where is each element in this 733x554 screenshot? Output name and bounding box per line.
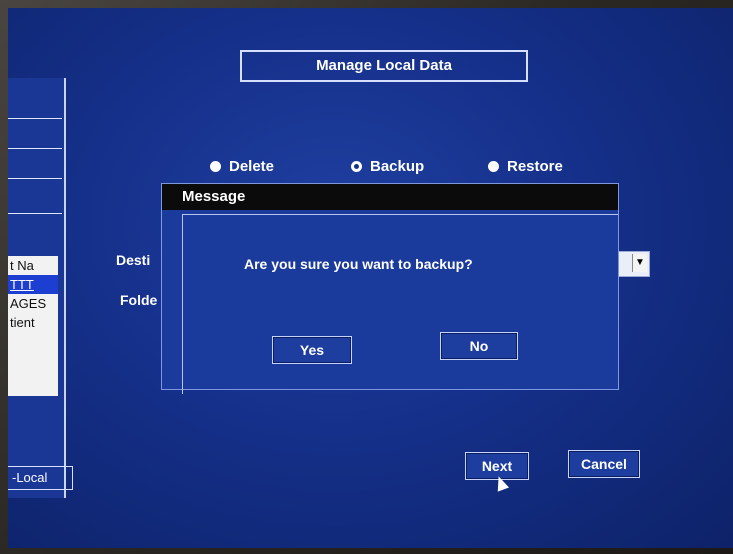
radio-label: Backup bbox=[370, 158, 425, 175]
radio-restore[interactable]: Restore bbox=[488, 158, 563, 175]
yes-button[interactable]: Yes bbox=[272, 336, 352, 364]
window-title: Manage Local Data bbox=[240, 50, 528, 82]
background-list: t Na TTT AGES tient bbox=[8, 256, 58, 396]
screen: t Na TTT AGES tient -Local Manage Local … bbox=[8, 8, 733, 548]
panel-divider bbox=[8, 118, 62, 119]
folder-label: Folde bbox=[120, 292, 158, 308]
panel-divider bbox=[8, 213, 62, 214]
list-item[interactable]: TTT bbox=[8, 275, 58, 294]
chevron-down-icon: ▼ bbox=[632, 254, 647, 272]
local-tab[interactable]: -Local bbox=[8, 466, 73, 490]
destination-label: Desti bbox=[116, 252, 151, 268]
cancel-button[interactable]: Cancel bbox=[568, 450, 640, 478]
radio-label: Delete bbox=[229, 158, 275, 175]
radio-backup[interactable]: Backup bbox=[351, 158, 424, 175]
dialog-title: Message bbox=[162, 184, 618, 210]
radio-label: Restore bbox=[507, 158, 563, 175]
no-button[interactable]: No bbox=[440, 332, 518, 360]
panel-divider bbox=[8, 178, 62, 179]
panel-divider bbox=[8, 148, 62, 149]
list-item[interactable]: tient bbox=[8, 313, 58, 332]
list-item[interactable]: AGES bbox=[8, 294, 58, 313]
radio-dot-icon bbox=[488, 161, 499, 172]
dialog-message: Are you sure you want to backup? bbox=[244, 256, 473, 272]
list-item[interactable]: t Na bbox=[8, 256, 58, 275]
radio-dot-icon bbox=[210, 161, 221, 172]
radio-delete[interactable]: Delete bbox=[210, 158, 274, 175]
dialog-body bbox=[182, 214, 618, 394]
radio-selected-icon bbox=[351, 161, 362, 172]
message-dialog: Message Are you sure you want to backup?… bbox=[161, 183, 619, 394]
